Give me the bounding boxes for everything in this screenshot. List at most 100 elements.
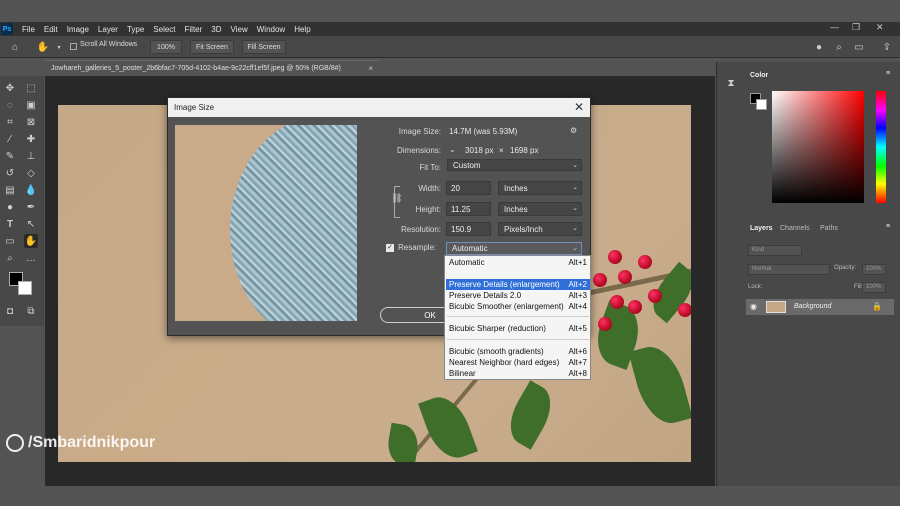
workspace-icon[interactable]: ▭	[852, 40, 866, 54]
resample-option-automatic[interactable]: Automatic Alt+1	[446, 257, 590, 268]
hand-tool-icon[interactable]: ✋	[24, 234, 38, 248]
lasso-tool-icon[interactable]: ◌	[3, 98, 17, 112]
holly-berry	[648, 289, 662, 303]
eraser-tool-icon[interactable]: ◇	[24, 166, 38, 180]
tab-layers[interactable]: Layers	[750, 225, 773, 232]
menu-help[interactable]: Help	[294, 25, 310, 34]
history-panel-icon[interactable]: ⧗	[724, 76, 738, 90]
move-tool-icon[interactable]: ✥	[3, 81, 17, 95]
hue-slider[interactable]	[876, 91, 886, 203]
tab-color[interactable]: Color	[750, 72, 768, 79]
type-tool-icon[interactable]: T	[3, 217, 17, 231]
fill-screen-button[interactable]: Fill Screen	[242, 40, 286, 54]
panel-background-swatch[interactable]	[756, 99, 767, 110]
color-picker-field[interactable]	[772, 91, 864, 203]
blur-tool-icon[interactable]: 💧	[24, 183, 38, 197]
layer-name: Background	[794, 303, 832, 310]
menu-filter[interactable]: Filter	[185, 25, 203, 34]
menu-3d[interactable]: 3D	[211, 25, 221, 34]
width-input[interactable]: 20	[446, 181, 491, 195]
holly-berry	[618, 270, 632, 284]
minimize-icon[interactable]: —	[830, 22, 839, 32]
more-tools-icon[interactable]: …	[24, 251, 38, 265]
quick-select-tool-icon[interactable]: ▣	[24, 98, 38, 112]
menu-select[interactable]: Select	[153, 25, 175, 34]
stamp-tool-icon[interactable]: ⊥	[24, 149, 38, 163]
share-icon[interactable]: ⇪	[880, 40, 894, 54]
dimensions-label: Dimensions:	[396, 146, 441, 155]
restore-icon[interactable]: ❐	[852, 22, 860, 33]
filter-kind-select[interactable]: Kind	[748, 245, 802, 256]
resample-option-nearest-neighbor[interactable]: Nearest Neighbor (hard edges) Alt+7	[446, 357, 590, 368]
resample-option-bicubic[interactable]: Bicubic (smooth gradients) Alt+6	[446, 346, 590, 357]
resolution-unit-select[interactable]: Pixels/Inch ⌄	[498, 222, 582, 236]
document-tab[interactable]: Jowhareh_galleries_5_poster_2b6bfac7-705…	[45, 60, 379, 76]
menu-window[interactable]: Window	[257, 25, 285, 34]
hand-tool-icon[interactable]: ✋	[36, 40, 50, 54]
close-icon[interactable]: ✕	[574, 100, 584, 114]
menu-type[interactable]: Type	[127, 25, 144, 34]
history-brush-icon[interactable]: ↺	[3, 166, 17, 180]
height-input[interactable]: 11.25	[446, 202, 491, 216]
shape-tool-icon[interactable]: ▭	[3, 234, 17, 248]
fill-value: 100%	[866, 284, 882, 290]
close-tab-icon[interactable]: ×	[368, 64, 373, 73]
path-select-tool-icon[interactable]: ↖	[24, 217, 38, 231]
menu-file[interactable]: File	[22, 25, 35, 34]
close-window-icon[interactable]: ✕	[876, 22, 884, 33]
fit-to-select[interactable]: Custom ⌄	[447, 159, 582, 171]
layers-menu-icon[interactable]: ≡	[886, 223, 890, 230]
menu-view[interactable]: View	[231, 25, 248, 34]
scroll-all-windows-checkbox[interactable]	[70, 43, 77, 50]
resample-option-bicubic-smoother[interactable]: Bicubic Smoother (enlargement) Alt+4	[446, 301, 590, 312]
marquee-tool-icon[interactable]: ⬚	[24, 81, 38, 95]
width-unit-select[interactable]: Inches ⌄	[498, 181, 582, 195]
holly-berry	[678, 303, 691, 317]
width-label: Width:	[418, 184, 441, 193]
brush-tool-icon[interactable]: ✎	[3, 149, 17, 163]
fill-input[interactable]: 100%	[862, 282, 886, 293]
dodge-tool-icon[interactable]: ●	[3, 200, 17, 214]
resolution-input[interactable]: 150.9	[446, 222, 491, 236]
eyedropper-tool-icon[interactable]: ⁄	[3, 132, 17, 146]
crop-tool-icon[interactable]: ⌗	[3, 115, 17, 129]
height-unit-select[interactable]: Inches ⌄	[498, 202, 582, 216]
image-preview[interactable]	[175, 125, 357, 321]
screen-mode-icon[interactable]: ⧉	[24, 304, 38, 318]
quick-mask-icon[interactable]: ◘	[3, 304, 17, 318]
background-color-swatch[interactable]	[18, 281, 32, 295]
resample-option-preserve-details-2[interactable]: Preserve Details 2.0 Alt+3	[446, 290, 590, 301]
resample-option-bicubic-sharper[interactable]: Bicubic Sharper (reduction) Alt+5	[446, 323, 590, 334]
resample-option-bilinear[interactable]: Bilinear Alt+8	[446, 368, 590, 379]
eye-icon[interactable]: ◉	[750, 302, 757, 311]
search-icon[interactable]: ⌕	[832, 40, 846, 54]
gradient-tool-icon[interactable]: ▤	[3, 183, 17, 197]
menu-image[interactable]: Image	[67, 25, 89, 34]
frame-tool-icon[interactable]: ⊠	[24, 115, 38, 129]
menu-edit[interactable]: Edit	[44, 25, 58, 34]
zoom-100-button[interactable]: 100%	[150, 40, 182, 54]
menu-layer[interactable]: Layer	[98, 25, 118, 34]
chain-link-icon[interactable]: ⛓	[391, 193, 402, 204]
pen-tool-icon[interactable]: ✒	[24, 200, 38, 214]
resample-value: Automatic	[452, 244, 488, 253]
healing-tool-icon[interactable]: ✚	[24, 132, 38, 146]
chevron-down-icon[interactable]: ▾	[52, 40, 66, 54]
resample-checkbox[interactable]: ✓	[386, 244, 394, 252]
resample-option-preserve-details[interactable]: Preserve Details (enlargement) Alt+2	[446, 279, 590, 290]
zoom-tool-icon[interactable]: ⌕	[3, 251, 17, 265]
fit-screen-button[interactable]: Fit Screen	[190, 40, 234, 54]
tab-paths[interactable]: Paths	[820, 225, 838, 232]
user-icon[interactable]: ●	[812, 40, 826, 54]
tab-channels[interactable]: Channels	[780, 225, 810, 232]
resample-select[interactable]: Automatic ⌄	[446, 242, 582, 255]
gear-icon[interactable]: ⚙	[570, 126, 577, 135]
resolution-unit-value: Pixels/Inch	[504, 225, 543, 234]
panel-menu-icon[interactable]: ≡	[886, 70, 890, 77]
dimensions-chevron-icon[interactable]: ⌄	[449, 145, 456, 154]
home-icon[interactable]: ⌂	[8, 40, 22, 54]
layer-row-background[interactable]: ◉ Background 🔒	[746, 299, 894, 315]
blend-mode-select[interactable]: Normal	[748, 264, 830, 275]
resolution-value: 150.9	[451, 225, 472, 234]
opacity-input[interactable]: 100%	[862, 264, 886, 275]
